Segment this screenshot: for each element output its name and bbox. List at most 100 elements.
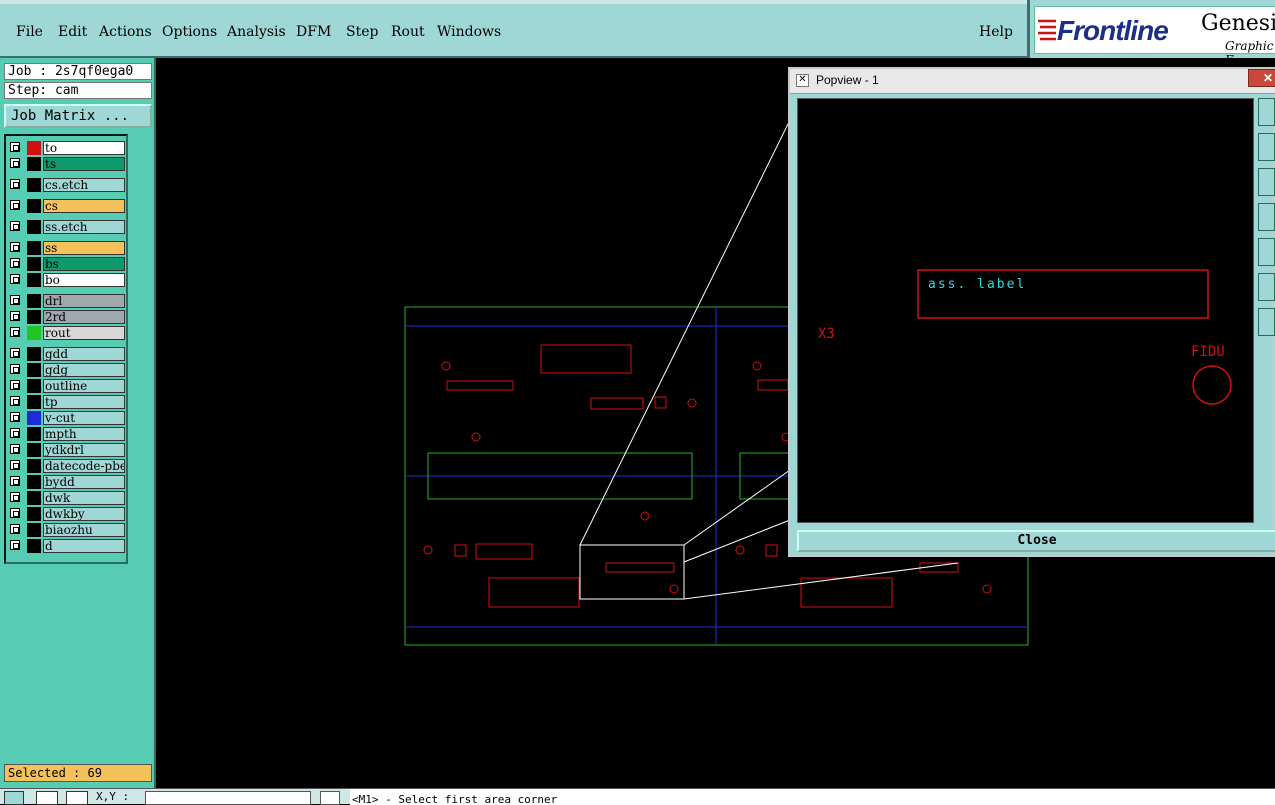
layer-row[interactable]: dwk: [8, 491, 126, 505]
pan-tool-icon[interactable]: [1258, 203, 1275, 231]
layer-color-swatch[interactable]: [27, 157, 41, 171]
layer-scrollbar[interactable]: [130, 134, 152, 774]
layer-row[interactable]: bydd: [8, 475, 126, 489]
check-tool-icon[interactable]: [36, 791, 58, 805]
layer-row[interactable]: dwkby: [8, 507, 126, 521]
zoom-area-tool-icon[interactable]: [1258, 168, 1275, 196]
layer-checkbox[interactable]: [10, 364, 20, 374]
layer-row[interactable]: outline: [8, 379, 126, 393]
layer-row[interactable]: datecode-pbe: [8, 459, 126, 473]
layer-color-swatch[interactable]: [27, 273, 41, 287]
close-button[interactable]: Close: [797, 530, 1275, 552]
layer-row[interactable]: gdd: [8, 347, 126, 361]
layer-checkbox[interactable]: [10, 242, 20, 252]
layer-checkbox[interactable]: [10, 508, 20, 518]
layer-color-swatch[interactable]: [27, 310, 41, 324]
layer-color-swatch[interactable]: [27, 459, 41, 473]
layer-checkbox[interactable]: [10, 428, 20, 438]
menu-rout[interactable]: Rout: [391, 24, 425, 40]
layer-color-swatch[interactable]: [27, 220, 41, 234]
layer-row[interactable]: mpth: [8, 427, 126, 441]
layer-color-swatch[interactable]: [27, 475, 41, 489]
layer-row[interactable]: gdg: [8, 363, 126, 377]
layer-color-swatch[interactable]: [27, 395, 41, 409]
menu-analysis[interactable]: Analysis: [227, 24, 286, 40]
layer-color-swatch[interactable]: [27, 507, 41, 521]
layer-color-swatch[interactable]: [27, 427, 41, 441]
layer-row[interactable]: ydkdrl: [8, 443, 126, 457]
layer-color-swatch[interactable]: [27, 523, 41, 537]
layer-color-swatch[interactable]: [27, 241, 41, 255]
layer-checkbox[interactable]: [10, 274, 20, 284]
layer-row[interactable]: bo: [8, 273, 126, 287]
layer-color-swatch[interactable]: [27, 379, 41, 393]
layer-checkbox[interactable]: [10, 460, 20, 470]
layer-checkbox[interactable]: [10, 142, 20, 152]
zoom-out-tool-icon[interactable]: [1258, 133, 1275, 161]
coord-button[interactable]: [320, 791, 340, 805]
grid-tool-icon[interactable]: [66, 791, 88, 805]
layer-checkbox[interactable]: [10, 540, 20, 550]
menu-edit[interactable]: Edit: [58, 24, 87, 40]
layer-row[interactable]: d: [8, 539, 126, 553]
menu-step[interactable]: Step: [346, 24, 378, 40]
layer-checkbox[interactable]: [10, 524, 20, 534]
layer-checkbox[interactable]: [10, 221, 20, 231]
layer-row[interactable]: 2rd: [8, 310, 126, 324]
layer-color-swatch[interactable]: [27, 141, 41, 155]
menu-dfm[interactable]: DFM: [296, 24, 331, 40]
home-tool-icon[interactable]: [1258, 308, 1275, 336]
layer-color-swatch[interactable]: [27, 294, 41, 308]
menu-help[interactable]: Help: [979, 24, 1013, 40]
menu-options[interactable]: Options: [162, 24, 217, 40]
popview-close-icon[interactable]: ✕: [1248, 69, 1275, 87]
select-tool-icon[interactable]: [4, 791, 24, 805]
menu-actions[interactable]: Actions: [99, 24, 152, 40]
layer-color-swatch[interactable]: [27, 326, 41, 340]
layer-color-swatch[interactable]: [27, 363, 41, 377]
job-matrix-button[interactable]: Job Matrix ...: [4, 104, 152, 128]
layer-row[interactable]: ss.etch: [8, 220, 126, 234]
layer-checkbox[interactable]: [10, 295, 20, 305]
redraw-tool-icon[interactable]: [1258, 273, 1275, 301]
layer-checkbox[interactable]: [10, 258, 20, 268]
coord-input[interactable]: [145, 791, 311, 805]
layer-checkbox[interactable]: [10, 348, 20, 358]
layer-row[interactable]: biaozhu: [8, 523, 126, 537]
layer-checkbox[interactable]: [10, 311, 20, 321]
layer-row[interactable]: tp: [8, 395, 126, 409]
layer-row[interactable]: to: [8, 141, 126, 155]
layer-checkbox[interactable]: [10, 412, 20, 422]
layer-checkbox[interactable]: [10, 158, 20, 168]
popview-canvas[interactable]: ass. label X3 FIDU: [797, 98, 1254, 523]
layer-checkbox[interactable]: [10, 476, 20, 486]
menu-windows[interactable]: Windows: [437, 24, 501, 40]
layer-row[interactable]: cs: [8, 199, 126, 213]
layer-color-swatch[interactable]: [27, 257, 41, 271]
layer-checkbox[interactable]: [10, 380, 20, 390]
layer-checkbox[interactable]: [10, 327, 20, 337]
layer-checkbox[interactable]: [10, 200, 20, 210]
layer-row[interactable]: ss: [8, 241, 126, 255]
layer-row[interactable]: cs.etch: [8, 178, 126, 192]
layer-row[interactable]: ts: [8, 157, 126, 171]
layer-color-swatch[interactable]: [27, 539, 41, 553]
layer-checkbox[interactable]: [10, 179, 20, 189]
layer-checkbox[interactable]: [10, 444, 20, 454]
layer-color-swatch[interactable]: [27, 347, 41, 361]
layer-color-swatch[interactable]: [27, 199, 41, 213]
fit-tool-icon[interactable]: [1258, 238, 1275, 266]
popview-titlebar[interactable]: ✕ Popview - 1 ✕: [790, 69, 1275, 94]
layer-color-swatch[interactable]: [27, 443, 41, 457]
layer-row[interactable]: v-cut: [8, 411, 126, 425]
layer-color-swatch[interactable]: [27, 178, 41, 192]
zoom-in-tool-icon[interactable]: [1258, 98, 1275, 126]
layer-color-swatch[interactable]: [27, 491, 41, 505]
menu-file[interactable]: File: [16, 24, 43, 40]
layer-row[interactable]: drl: [8, 294, 126, 308]
layer-checkbox[interactable]: [10, 492, 20, 502]
layer-color-swatch[interactable]: [27, 411, 41, 425]
layer-checkbox[interactable]: [10, 396, 20, 406]
layer-row[interactable]: bs: [8, 257, 126, 271]
layer-row[interactable]: rout: [8, 326, 126, 340]
